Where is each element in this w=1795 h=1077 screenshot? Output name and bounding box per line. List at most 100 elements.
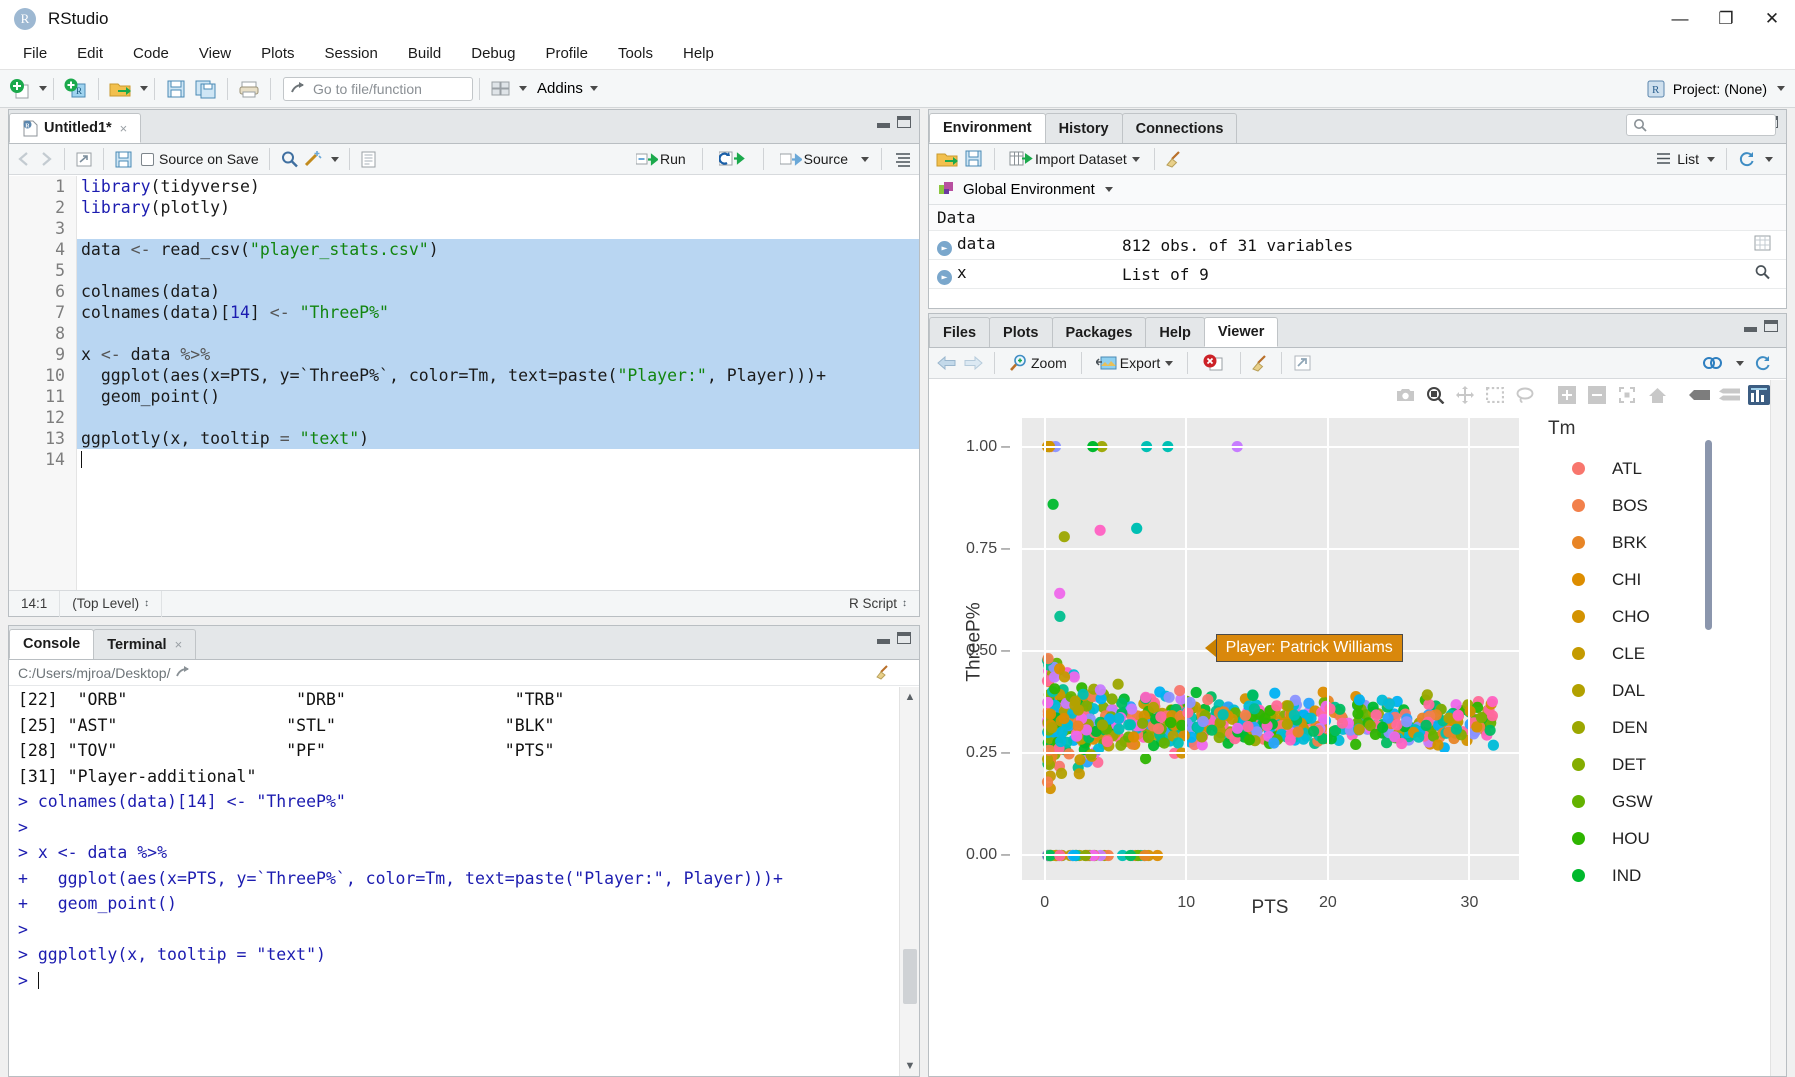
- viewer-scrollbar[interactable]: [1770, 380, 1786, 1076]
- zoom-out-icon[interactable]: [1584, 384, 1610, 406]
- tab-history[interactable]: History: [1044, 113, 1123, 143]
- source-tab-untitled1[interactable]: R Untitled1* ×: [9, 113, 142, 143]
- code-line[interactable]: colnames(data)[14] <- "ThreeP%": [77, 302, 919, 323]
- pane-layout-caret-icon[interactable]: [519, 86, 527, 91]
- viewer-remove-button[interactable]: [1198, 349, 1230, 377]
- code-editor[interactable]: 1 2 3 4 5 6 7 8 9 10 11 12 13 14 library(tidyverse) li…: [9, 176, 919, 590]
- back-arrow-icon[interactable]: [16, 151, 33, 167]
- zoom-in-icon[interactable]: [1554, 384, 1580, 406]
- open-file-button[interactable]: [105, 75, 137, 103]
- show-in-new-window-icon[interactable]: [1292, 354, 1312, 372]
- menu-plots[interactable]: Plots: [246, 41, 309, 66]
- code-tools-caret-icon[interactable]: [330, 156, 339, 162]
- save-all-button[interactable]: [191, 75, 221, 103]
- viewer-minimize-icon[interactable]: [1744, 321, 1757, 332]
- environment-row-name-x[interactable]: ► x: [929, 259, 1114, 289]
- pan-icon[interactable]: [1452, 384, 1478, 406]
- source-button[interactable]: Source: [776, 145, 852, 173]
- pane-layout-button[interactable]: [486, 75, 516, 103]
- forward-arrow-icon[interactable]: [37, 151, 54, 167]
- menu-help[interactable]: Help: [668, 41, 729, 66]
- maximize-button[interactable]: ❐: [1703, 0, 1749, 38]
- plot-legend[interactable]: Tm ATL BOS BRK CHI CHO CLE DAL DEN DET GSW HOU IND: [1544, 418, 1704, 894]
- source-caret-icon[interactable]: [861, 156, 869, 162]
- load-workspace-icon[interactable]: [936, 149, 960, 169]
- save-icon[interactable]: [114, 151, 133, 168]
- menu-file[interactable]: File: [8, 41, 62, 66]
- zoom-icon[interactable]: [1422, 384, 1448, 406]
- source-maximize-icon[interactable]: [897, 116, 911, 128]
- camera-icon[interactable]: [1392, 384, 1418, 406]
- console-scroll-up-icon[interactable]: ▲: [900, 687, 920, 707]
- close-button[interactable]: ✕: [1749, 0, 1795, 38]
- environment-row-action-x[interactable]: [1738, 259, 1786, 289]
- scatter-plot[interactable]: 0 10 20 30 0.00–0.25–0.50–0.75–1.00– ThreeP%…: [929, 410, 1786, 1076]
- publish-caret-icon[interactable]: [1736, 360, 1744, 366]
- expand-icon[interactable]: ►: [937, 270, 952, 285]
- legend-item[interactable]: BOS: [1544, 487, 1704, 524]
- hover-compare-icon[interactable]: [1716, 384, 1742, 406]
- table-row[interactable]: ► data 812 obs. of 31 variables: [929, 230, 1786, 260]
- code-lines[interactable]: library(tidyverse) library(plotly) data <…: [77, 176, 919, 590]
- code-line[interactable]: geom_point(): [77, 386, 919, 407]
- legend-item[interactable]: CHO: [1544, 598, 1704, 635]
- console-scroll-down-icon[interactable]: ▼: [900, 1056, 920, 1076]
- environment-row-action-data[interactable]: [1738, 230, 1786, 260]
- tab-connections[interactable]: Connections: [1121, 113, 1238, 143]
- terminal-tab-close-icon[interactable]: ×: [175, 637, 183, 652]
- open-file-caret-icon[interactable]: [140, 86, 148, 91]
- viewer-maximize-icon[interactable]: [1764, 320, 1778, 332]
- scope-selector[interactable]: (Top Level) ↕: [60, 590, 163, 617]
- box-select-icon[interactable]: [1482, 384, 1508, 406]
- menu-edit[interactable]: Edit: [62, 41, 118, 66]
- legend-item[interactable]: GSW: [1544, 783, 1704, 820]
- inspect-search-icon[interactable]: [1754, 264, 1771, 280]
- code-line[interactable]: ggplot(aes(x=PTS, y=`ThreeP%`, color=Tm,…: [77, 365, 919, 386]
- code-line[interactable]: [77, 323, 919, 344]
- legend-item[interactable]: DEN: [1544, 709, 1704, 746]
- file-type-selector[interactable]: R Script ↕: [849, 596, 919, 611]
- source-minimize-icon[interactable]: [877, 117, 890, 128]
- code-line[interactable]: data <- read_csv("player_stats.csv"): [77, 239, 919, 260]
- viewer-zoom-button[interactable]: Zoom: [1005, 349, 1071, 377]
- terminal-tab[interactable]: Terminal ×: [93, 629, 197, 659]
- console-output[interactable]: [22] "ORB" "DRB" "TRB" [25] "AST" "STL" "…: [9, 687, 919, 1076]
- view-grid-icon[interactable]: [1753, 235, 1772, 251]
- tab-plots[interactable]: Plots: [989, 317, 1053, 347]
- print-button[interactable]: [234, 75, 264, 103]
- console-tab[interactable]: Console: [9, 629, 95, 659]
- code-line[interactable]: library(plotly): [77, 197, 919, 218]
- import-dataset-button[interactable]: Import Dataset: [1005, 145, 1144, 173]
- tab-viewer[interactable]: Viewer: [1203, 317, 1279, 347]
- legend-item[interactable]: BRK: [1544, 524, 1704, 561]
- addins-button[interactable]: Addins: [537, 80, 598, 97]
- menu-code[interactable]: Code: [118, 41, 184, 66]
- clear-console-broom-icon[interactable]: [875, 665, 893, 680]
- code-line[interactable]: [77, 260, 919, 281]
- legend-item[interactable]: CLE: [1544, 635, 1704, 672]
- find-replace-icon[interactable]: [280, 150, 299, 168]
- legend-item[interactable]: HOU: [1544, 820, 1704, 857]
- new-project-button[interactable]: R: [60, 75, 92, 103]
- tab-help[interactable]: Help: [1145, 317, 1205, 347]
- refresh-caret-icon[interactable]: [1765, 156, 1773, 162]
- menu-session[interactable]: Session: [310, 41, 393, 66]
- console-minimize-icon[interactable]: [877, 633, 890, 644]
- list-view-icon[interactable]: [1655, 151, 1672, 167]
- source-on-save-checkbox[interactable]: Source on Save: [141, 151, 259, 167]
- list-view-caret-icon[interactable]: [1707, 156, 1715, 162]
- show-in-new-window-icon[interactable]: [75, 151, 93, 168]
- document-outline-icon[interactable]: [360, 151, 377, 168]
- project-selector[interactable]: R Project: (None): [1647, 80, 1785, 98]
- legend-item[interactable]: CHI: [1544, 561, 1704, 598]
- toggle-spike-lines-icon[interactable]: [1686, 384, 1712, 406]
- lasso-select-icon[interactable]: [1512, 384, 1538, 406]
- refresh-icon[interactable]: [1738, 151, 1757, 168]
- source-tab-close-icon[interactable]: ×: [120, 121, 128, 136]
- tab-environment[interactable]: Environment: [929, 113, 1046, 143]
- code-line[interactable]: library(tidyverse): [77, 176, 919, 197]
- viewer-refresh-icon[interactable]: [1754, 355, 1773, 372]
- menu-debug[interactable]: Debug: [456, 41, 530, 66]
- save-button[interactable]: [161, 75, 191, 103]
- plotly-widget[interactable]: 0 10 20 30 0.00–0.25–0.50–0.75–1.00– ThreeP%…: [929, 380, 1786, 1076]
